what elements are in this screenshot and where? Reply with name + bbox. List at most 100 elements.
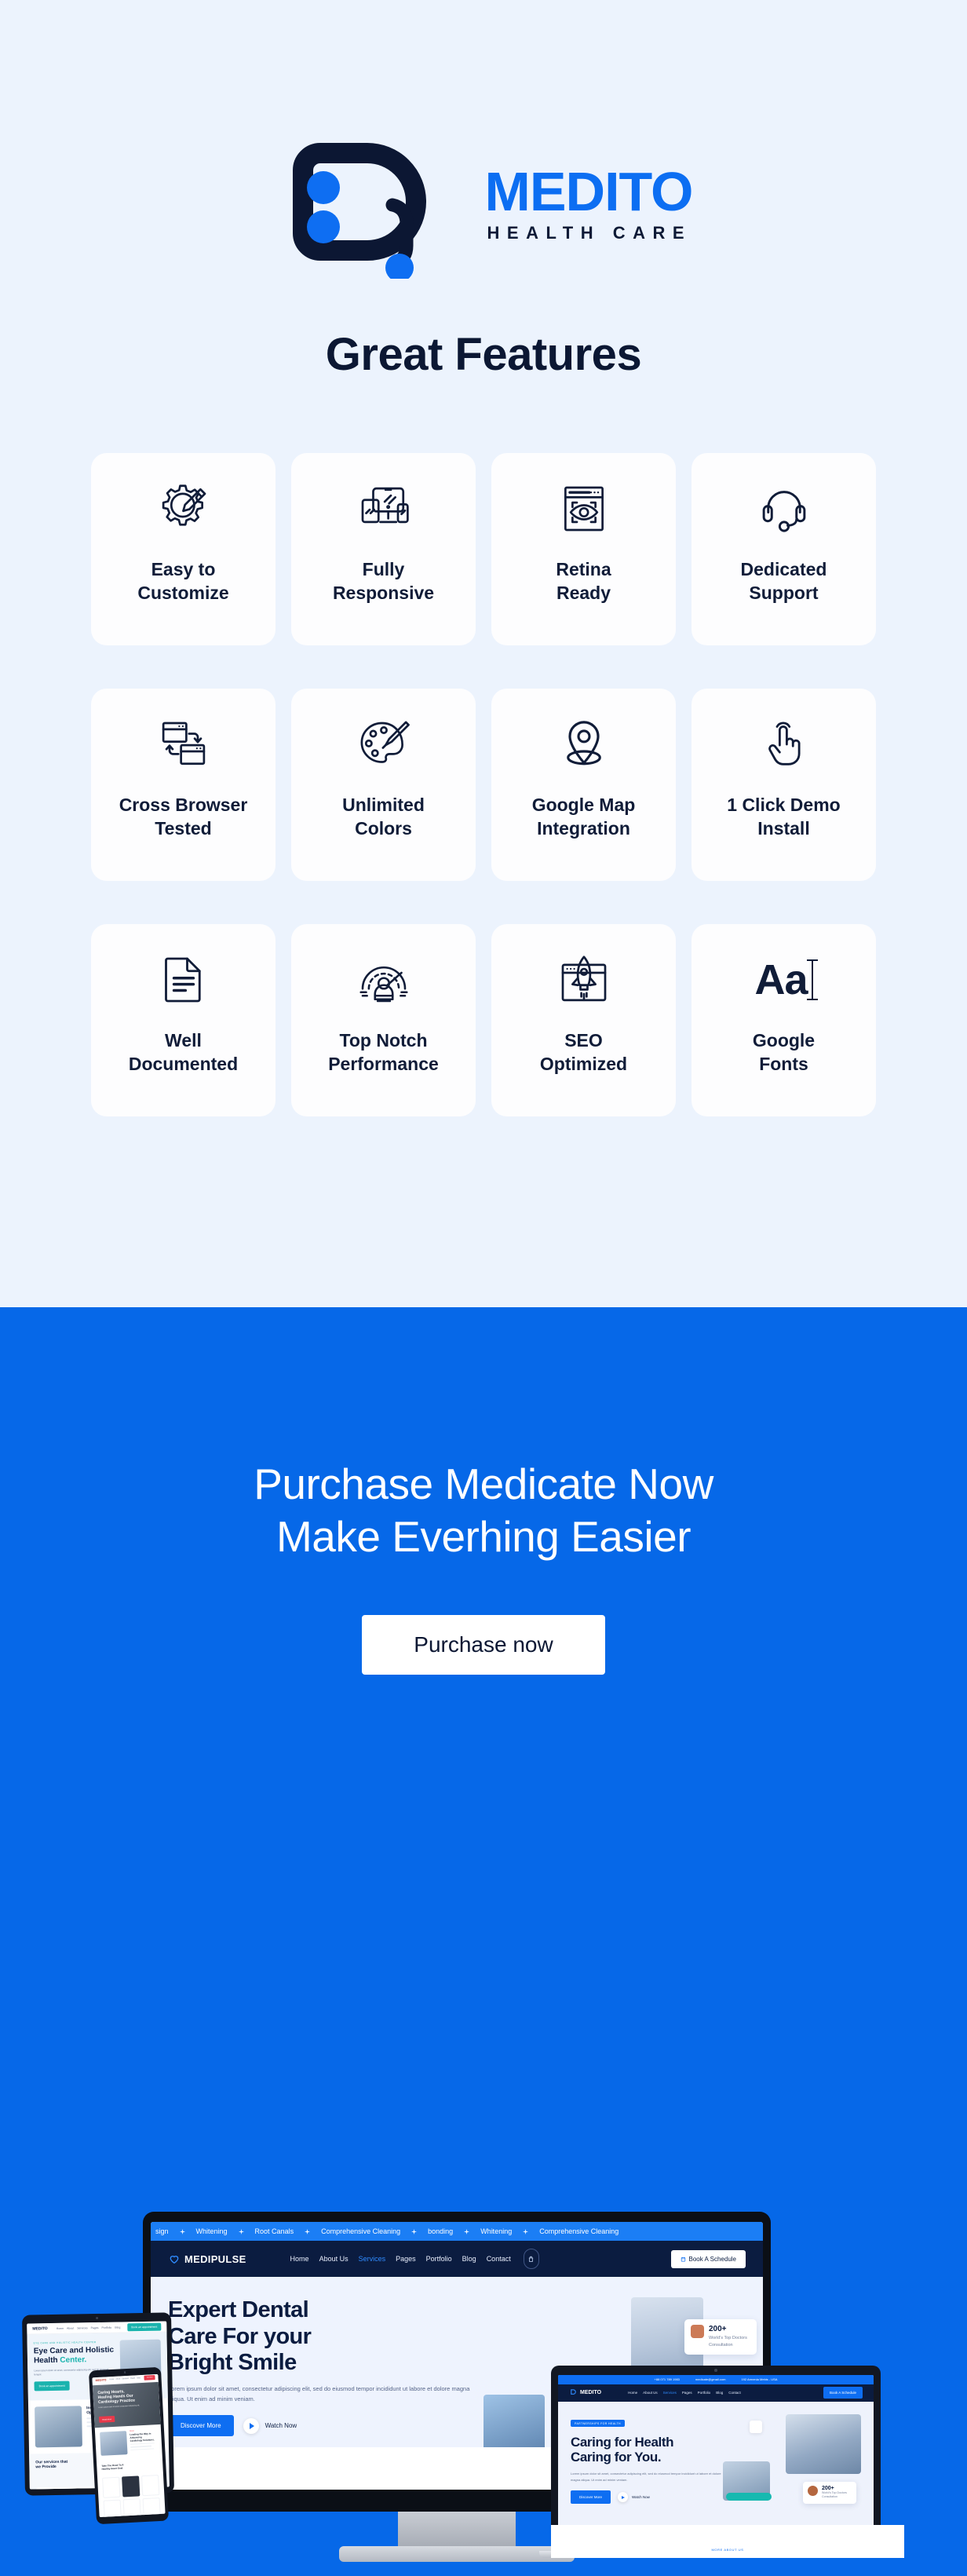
feature-card-1-click-demo-install[interactable]: 1 Click DemoInstall: [691, 689, 876, 881]
feature-label: 1 Click DemoInstall: [721, 793, 846, 841]
hero-actions: Discover More Watch Now: [168, 2415, 474, 2436]
nav-item[interactable]: About: [67, 2326, 74, 2329]
phone-cards-grid: [97, 2470, 166, 2516]
laptop-navbar: MEDITO Home About Us Services Pages Port…: [558, 2384, 874, 2402]
tablet-nav-button[interactable]: Book an appointment: [127, 2322, 161, 2331]
feature-label: GoogleFonts: [746, 1029, 821, 1076]
nav-item-active[interactable]: Services: [359, 2255, 386, 2263]
nav-item[interactable]: Blog: [137, 2377, 140, 2379]
watch-now-button[interactable]: Watch Now: [243, 2418, 297, 2434]
discover-more-button[interactable]: Discover More: [168, 2415, 234, 2436]
nav-item[interactable]: Portfolio: [426, 2255, 452, 2263]
ticker-item: bonding: [428, 2227, 453, 2235]
hero-paragraph: Lorem ipsum dolor sit amet, consectetur …: [168, 2384, 474, 2405]
feature-card-well-documented[interactable]: WellDocumented: [91, 924, 276, 1116]
phone-hero-button[interactable]: Read More: [99, 2416, 115, 2423]
nav-item[interactable]: Services: [77, 2326, 87, 2329]
nav-item[interactable]: Portfolio: [101, 2326, 111, 2329]
calendar-icon: [681, 2256, 686, 2262]
sparkle-icon: [180, 2229, 185, 2234]
site-navbar: MEDIPULSE Home About Us Services Pages P…: [151, 2241, 763, 2277]
eye-browser-icon: [556, 480, 612, 537]
cart-icon[interactable]: [524, 2249, 539, 2269]
feature-label: RetinaReady: [549, 557, 617, 605]
feature-card-top-notch-performance[interactable]: Top NotchPerformance: [291, 924, 476, 1116]
nav-item[interactable]: Pages: [682, 2391, 692, 2395]
nav-item-active[interactable]: Services: [663, 2391, 677, 2395]
ticker-item: sign: [155, 2227, 169, 2235]
camera-icon: [96, 2317, 98, 2319]
nav-item[interactable]: Home: [628, 2391, 637, 2395]
ticker-item: Whitening: [196, 2227, 228, 2235]
phone-card[interactable]: [102, 2476, 120, 2497]
feature-card-cross-browser-tested[interactable]: Cross BrowserTested: [91, 689, 276, 881]
camera-icon: [124, 2371, 126, 2373]
topbar-email: medicate@gmail.com: [695, 2377, 726, 2381]
stat-number: 200+: [709, 2325, 747, 2333]
site-logo[interactable]: MEDIPULSE: [168, 2253, 246, 2265]
feature-card-fully-responsive[interactable]: FullyResponsive: [291, 453, 476, 645]
nav-item[interactable]: Contact: [728, 2391, 741, 2395]
devices-icon: [356, 480, 412, 537]
nav-item[interactable]: Home: [290, 2255, 309, 2263]
site-brand-text: MEDIPULSE: [184, 2253, 246, 2265]
phone-nav-button[interactable]: Contact: [144, 2375, 155, 2381]
heart-stethoscope-icon: [168, 2253, 181, 2265]
play-icon: [618, 2492, 628, 2502]
play-icon: [243, 2418, 259, 2434]
nav-item[interactable]: Blog: [115, 2326, 120, 2329]
hero-left: Expert Dental Care For your Bright Smile…: [168, 2297, 474, 2436]
nav-item[interactable]: Pages: [91, 2326, 99, 2329]
laptop-nav-links: Home About Us Services Pages Portfolio B…: [628, 2391, 741, 2395]
laptop-nav-button[interactable]: Book A Schedule: [823, 2387, 863, 2399]
nav-item[interactable]: About Us: [319, 2255, 348, 2263]
laptop-hero-actions: Discover More Watch Now: [571, 2490, 721, 2504]
feature-card-unlimited-colors[interactable]: UnlimitedColors: [291, 689, 476, 881]
feature-label: WellDocumented: [122, 1029, 244, 1076]
phone-card[interactable]: [122, 2476, 140, 2497]
nav-item[interactable]: Blog: [462, 2255, 476, 2263]
feature-card-google-map-integration[interactable]: Google MapIntegration: [491, 689, 676, 881]
stat-number: 200+: [822, 2486, 847, 2491]
nav-item[interactable]: Home: [109, 2379, 114, 2381]
nav-item[interactable]: Blog: [716, 2391, 723, 2395]
laptop-site-brand[interactable]: MEDITO: [569, 2388, 601, 2397]
nav-item[interactable]: Contact: [487, 2255, 511, 2263]
stat-subtext: World's Top DoctorsConsultation: [822, 2491, 847, 2501]
phone-card[interactable]: [143, 2497, 161, 2517]
nav-item[interactable]: Portfolio: [698, 2391, 711, 2395]
tablet-site-brand: MEDITO: [32, 2326, 47, 2331]
nav-item[interactable]: Home: [57, 2326, 64, 2329]
purchase-now-button[interactable]: Purchase now: [362, 1615, 605, 1675]
book-schedule-button[interactable]: Book A Schedule: [671, 2250, 746, 2268]
gear-pencil-icon: [155, 480, 212, 537]
laptop-watch-button[interactable]: Watch Now: [618, 2492, 650, 2502]
feature-card-easy-to-customize[interactable]: Easy toCustomize: [91, 453, 276, 645]
nav-item[interactable]: About: [115, 2378, 120, 2380]
feature-card-google-fonts[interactable]: Aa GoogleFonts: [691, 924, 876, 1116]
feature-card-retina-ready[interactable]: RetinaReady: [491, 453, 676, 645]
feature-card-dedicated-support[interactable]: DedicatedSupport: [691, 453, 876, 645]
phone-hero: Caring Hearts, Healing Hands Our Cardiol…: [93, 2381, 161, 2427]
feature-label: FullyResponsive: [327, 557, 440, 605]
nav-item[interactable]: About Us: [643, 2391, 658, 2395]
feature-label: Top NotchPerformance: [322, 1029, 445, 1076]
nav-item[interactable]: Pages: [130, 2377, 135, 2379]
pills-icon: [750, 2421, 762, 2433]
feature-card-seo-optimized[interactable]: SEOOptimized: [491, 924, 676, 1116]
nav-item[interactable]: Pages: [396, 2255, 416, 2263]
site-ticker: sign Whitening Root Canals Comprehensive…: [151, 2222, 763, 2241]
laptop-hero-paragraph: Lorem ipsum dolor sit amet, consectetur …: [571, 2471, 721, 2483]
tablet-hero-button[interactable]: Book an appointment: [34, 2381, 69, 2391]
laptop-discover-button[interactable]: Discover More: [571, 2490, 611, 2504]
tablet-service-tile[interactable]: [36, 2486, 98, 2489]
nav-item[interactable]: Services: [122, 2378, 128, 2380]
phone-card[interactable]: [123, 2498, 141, 2517]
brand-tagline: HEALTH CARE: [485, 223, 693, 243]
feature-label: Cross BrowserTested: [113, 793, 254, 841]
phone-card[interactable]: [141, 2475, 159, 2496]
laptop-screen: +88 071 789 1983 medicate@gmail.com 192 …: [558, 2375, 874, 2543]
phone-section-title: Leading the Way in AdvancingCardiology S…: [130, 2432, 157, 2443]
cta-heading: Purchase Medicate Now Make Everhing Easi…: [0, 1307, 967, 1563]
phone-card[interactable]: [104, 2499, 122, 2516]
